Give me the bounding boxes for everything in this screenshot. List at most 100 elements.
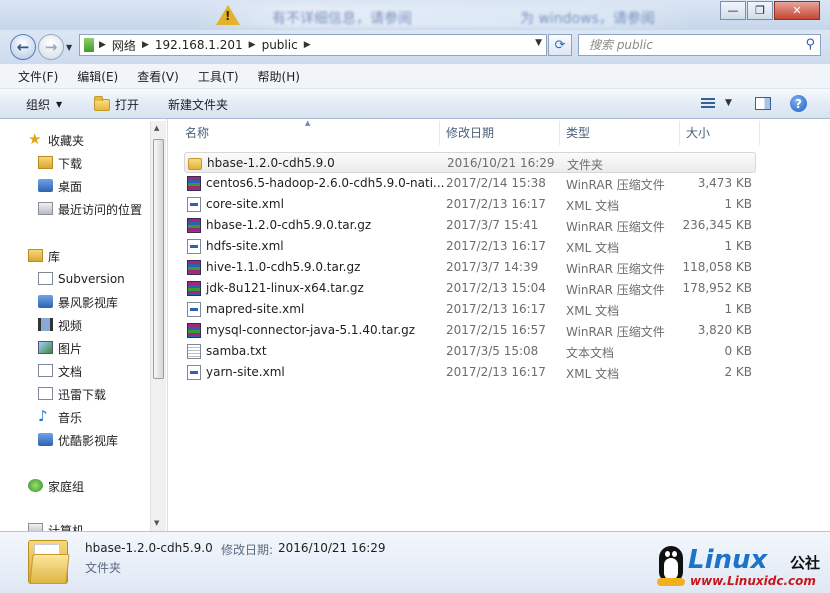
nav-item-label: 最近访问的位置 [58, 202, 143, 217]
warning-icon [216, 5, 240, 25]
table-row[interactable]: centos6.5-hadoop-2.6.0-cdh5.9.0-nati... … [184, 173, 756, 194]
column-header-name[interactable]: 名称 [185, 119, 209, 146]
nav-item-label: 暴风影视库 [58, 295, 119, 310]
menu-file[interactable]: 文件(F) [18, 68, 58, 85]
file-name: hdfs-site.xml [206, 239, 284, 253]
nav-favorites[interactable]: ★ 收藏夹 [28, 130, 85, 150]
new-folder-button[interactable]: 新建文件夹 [168, 96, 228, 113]
breadcrumb-arrow-icon[interactable]: ▶ [249, 40, 256, 50]
column-separator[interactable] [439, 121, 440, 145]
nav-item-documents[interactable]: 文档 [38, 361, 82, 381]
maximize-button[interactable]: ❐ [747, 1, 773, 20]
nav-item-label: 图片 [58, 341, 83, 356]
xml-document-icon [187, 197, 201, 212]
column-separator[interactable] [679, 121, 680, 145]
menu-help[interactable]: 帮助(H) [258, 68, 300, 85]
video-library-icon [38, 295, 53, 308]
new-folder-label: 新建文件夹 [168, 98, 229, 112]
table-row[interactable]: yarn-site.xml 2017/2/13 16:17 XML 文档 2 K… [184, 362, 756, 383]
breadcrumb-network[interactable]: 网络 [112, 37, 136, 54]
nav-libraries[interactable]: 库 [28, 246, 60, 266]
search-icon[interactable]: ⚲ [805, 37, 815, 52]
blurred-text: 为 windows，请参阅 [520, 11, 655, 27]
picture-icon [38, 341, 53, 354]
table-row[interactable]: hbase-1.2.0-cdh5.9.0.tar.gz 2017/3/7 15:… [184, 215, 756, 236]
column-header-size[interactable]: 大小 [686, 119, 710, 146]
column-separator[interactable] [559, 121, 560, 145]
search-input[interactable] [587, 37, 791, 53]
open-button[interactable]: 打开 [94, 95, 139, 113]
menu-tools[interactable]: 工具(T) [198, 68, 239, 85]
table-row[interactable]: hdfs-site.xml 2017/2/13 16:17 XML 文档 1 K… [184, 236, 756, 257]
search-box[interactable]: ⚲ [578, 34, 821, 56]
file-type: XML 文档 [566, 367, 620, 381]
breadcrumb-arrow-icon[interactable]: ▶ [304, 40, 311, 50]
nav-computer[interactable]: 计算机 [28, 520, 84, 531]
details-modified-value: 2016/10/21 16:29 [278, 541, 386, 555]
nav-item-desktop[interactable]: 桌面 [38, 176, 82, 196]
nav-item-recent-places[interactable]: 最近访问的位置 [38, 199, 143, 219]
breadcrumb-host[interactable]: 192.168.1.201 [155, 38, 243, 52]
nav-favorites-label: 收藏夹 [48, 133, 85, 148]
table-row[interactable]: hbase-1.2.0-cdh5.9.0 2016/10/21 16:29 文件… [184, 152, 756, 173]
nav-item-label: 视频 [58, 318, 83, 333]
breadcrumb-arrow-icon[interactable]: ▶ [142, 40, 149, 50]
file-name: centos6.5-hadoop-2.6.0-cdh5.9.0-nati... [206, 176, 445, 190]
tux-penguin-icon [656, 542, 686, 588]
nav-item-music[interactable]: ♪ 音乐 [38, 407, 83, 427]
folder-icon [188, 158, 202, 170]
table-row[interactable]: mapred-site.xml 2017/2/13 16:17 XML 文档 1… [184, 299, 756, 320]
scroll-thumb[interactable] [153, 139, 164, 379]
view-options-dropdown[interactable]: ▼ [725, 98, 732, 108]
minimize-button[interactable]: — [720, 1, 746, 20]
preview-pane-icon[interactable] [755, 97, 771, 110]
table-row[interactable]: hive-1.1.0-cdh5.9.0.tar.gz 2017/3/7 14:3… [184, 257, 756, 278]
watermark-url: www.Linuxidc.com [690, 574, 816, 588]
file-date: 2017/2/15 16:57 [446, 323, 546, 337]
close-button[interactable]: ✕ [774, 1, 820, 20]
nav-item-pictures[interactable]: 图片 [38, 338, 83, 358]
breadcrumb-public[interactable]: public [262, 38, 298, 52]
menu-edit[interactable]: 编辑(E) [77, 68, 118, 85]
scroll-down-arrow-icon[interactable]: ▼ [154, 519, 159, 527]
table-row[interactable]: core-site.xml 2017/2/13 16:17 XML 文档 1 K… [184, 194, 756, 215]
address-dropdown[interactable]: ▼ [535, 38, 542, 48]
column-separator[interactable] [759, 121, 760, 145]
winrar-archive-icon [187, 260, 201, 275]
star-icon: ★ [28, 130, 42, 148]
column-header-date[interactable]: 修改日期 [446, 119, 494, 146]
nav-item-youku[interactable]: 优酷影视库 [38, 430, 118, 450]
nav-homegroup[interactable]: 家庭组 [28, 476, 84, 496]
scroll-up-arrow-icon[interactable]: ▲ [154, 124, 159, 132]
nav-item-label: 音乐 [58, 410, 83, 425]
recent-pages-dropdown[interactable]: ▼ [66, 43, 72, 52]
table-row[interactable]: mysql-connector-java-5.1.40.tar.gz 2017/… [184, 320, 756, 341]
table-row[interactable]: samba.txt 2017/3/5 15:08 文本文档 0 KB [184, 341, 756, 362]
menu-view[interactable]: 查看(V) [137, 68, 179, 85]
nav-item-xunlei[interactable]: 迅雷下载 [38, 384, 106, 404]
breadcrumb-arrow-icon[interactable]: ▶ [99, 40, 106, 50]
nav-item-downloads[interactable]: 下载 [38, 153, 82, 173]
table-row[interactable]: jdk-8u121-linux-x64.tar.gz 2017/2/13 15:… [184, 278, 756, 299]
computer-icon [28, 523, 43, 531]
back-button[interactable]: ← [10, 34, 36, 60]
title-bar: 有不详细信息，请参阅 为 windows，请参阅 — ❐ ✕ [0, 0, 830, 30]
nav-item-subversion[interactable]: Subversion [38, 269, 125, 289]
file-date: 2017/3/7 15:41 [446, 218, 539, 232]
organize-button[interactable]: 组织 ▼ [26, 96, 62, 113]
file-size: 1 KB [724, 197, 752, 211]
help-icon[interactable]: ? [790, 95, 807, 112]
file-size: 118,058 KB [682, 260, 752, 274]
winrar-archive-icon [187, 281, 201, 296]
text-document-icon [187, 344, 201, 359]
refresh-button[interactable]: ⟳ [548, 34, 572, 56]
nav-item-baofeng[interactable]: 暴风影视库 [38, 292, 119, 312]
nav-item-videos[interactable]: 视频 [38, 315, 83, 335]
nav-scrollbar[interactable]: ▲ ▼ [150, 121, 166, 531]
forward-button[interactable]: → [38, 34, 64, 60]
change-view-icon[interactable] [701, 98, 715, 109]
tux-eye [672, 551, 677, 557]
file-date: 2016/10/21 16:29 [447, 156, 555, 170]
column-header-type[interactable]: 类型 [566, 119, 590, 146]
address-bar[interactable]: ▶ 网络 ▶ 192.168.1.201 ▶ public ▶ ▼ [79, 34, 547, 56]
